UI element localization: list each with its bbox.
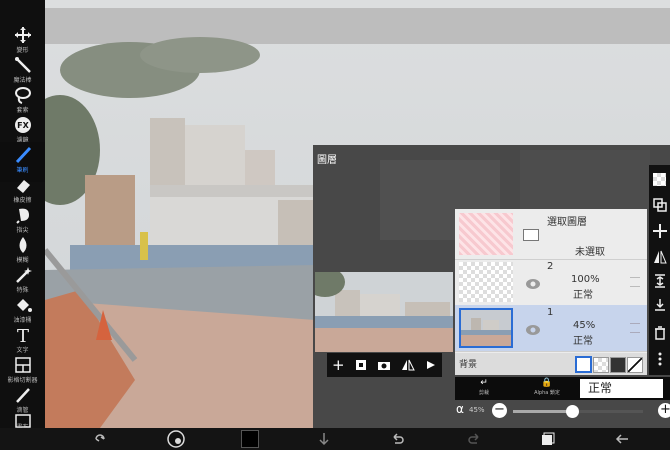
drawing-canvas[interactable]: 變形 魔法棒 套索 FX 濾鏡 筆刷 橡皮擦 指尖 模糊 特殊 油漆桶 T 文字… xyxy=(0,0,670,450)
selection-checkbox[interactable] xyxy=(523,229,539,241)
alpha-lock-label: Alpha 鎖定 xyxy=(534,390,560,396)
alpha-slider-fill xyxy=(513,410,572,413)
add-layer-icon[interactable]: + xyxy=(332,356,345,374)
alpha-lock-button[interactable]: 🔒 Alpha 鎖定 xyxy=(517,378,577,399)
eraser-icon xyxy=(12,175,34,195)
eye-icon[interactable] xyxy=(525,275,541,294)
redo-icon[interactable] xyxy=(462,428,486,450)
selection-layer-status: 未選取 xyxy=(575,247,605,258)
layer-action-bar: + xyxy=(327,353,442,377)
clip-icon: ↵ xyxy=(480,378,488,388)
bucket-icon xyxy=(12,295,34,315)
lasso-icon xyxy=(12,85,34,105)
selection-layer-title: 選取圖層 xyxy=(547,217,587,228)
background-transparent-swatch[interactable] xyxy=(593,357,609,373)
layer-number: 1 xyxy=(547,307,554,318)
blur-icon xyxy=(12,235,34,255)
back-arrow-icon[interactable] xyxy=(610,428,634,450)
clip-label: 剪裁 xyxy=(478,390,489,396)
color-swatch[interactable] xyxy=(238,428,262,450)
special-icon xyxy=(12,265,34,285)
background-row: 背景 xyxy=(455,353,647,375)
layer-opacity: 100% xyxy=(571,274,600,285)
layer-list: 選取圖層 未選取 2 100% 正常 1 45% 正常 xyxy=(455,209,647,357)
bottom-bar xyxy=(0,428,670,450)
background-white-swatch[interactable] xyxy=(575,356,592,373)
flip-layer-icon[interactable] xyxy=(401,356,415,375)
background-dark-swatch[interactable] xyxy=(610,357,626,373)
eye-icon[interactable] xyxy=(525,321,541,340)
camera-icon[interactable] xyxy=(377,356,391,375)
brush-size-icon[interactable] xyxy=(164,428,188,450)
add-image-layer-icon[interactable] xyxy=(355,356,367,375)
layer-options-row: ↵ 剪裁 🔒 Alpha 鎖定 正常 xyxy=(455,377,670,400)
tool-canvas[interactable]: 畫布 xyxy=(0,410,45,431)
svg-text:T: T xyxy=(17,326,29,344)
fx-icon: FX xyxy=(12,115,34,135)
move-icon xyxy=(12,25,34,45)
flip-icon[interactable] xyxy=(649,245,670,269)
background-custom-swatch[interactable] xyxy=(627,357,643,373)
layer-blend-mode: 正常 xyxy=(573,336,593,347)
alpha-slider-knob[interactable] xyxy=(565,405,579,418)
lock-icon: 🔒 xyxy=(541,378,553,388)
layer-number: 2 xyxy=(547,261,554,272)
selection-layer-row[interactable]: 選取圖層 未選取 xyxy=(455,209,647,260)
drag-handle-icon[interactable] xyxy=(630,277,640,287)
merge-layer-icon[interactable] xyxy=(425,356,437,375)
trash-icon[interactable] xyxy=(649,321,670,345)
layer-row-2[interactable]: 2 100% 正常 xyxy=(455,259,647,306)
fit-vertical-icon[interactable] xyxy=(649,269,670,293)
alpha-decrease-button[interactable]: − xyxy=(492,403,507,418)
background-label: 背景 xyxy=(459,360,478,370)
text-icon: T xyxy=(12,325,34,345)
clip-button[interactable]: ↵ 剪裁 xyxy=(459,378,509,399)
frame-divider-icon xyxy=(12,355,34,375)
alpha-value: 45% xyxy=(469,406,485,414)
layer-row-1[interactable]: 1 45% 正常 xyxy=(455,305,647,352)
smudge-icon xyxy=(12,205,34,225)
alpha-symbol: α xyxy=(456,402,464,416)
brush-icon xyxy=(12,145,34,165)
svg-text:FX: FX xyxy=(17,121,29,130)
layer-thumb xyxy=(459,308,513,348)
alpha-slider-row: α 45% − + xyxy=(455,400,670,422)
alpha-increase-button[interactable]: + xyxy=(658,403,670,418)
drag-handle-icon[interactable] xyxy=(630,323,640,333)
move-layer-icon[interactable] xyxy=(649,219,670,243)
right-toolbar xyxy=(649,165,670,375)
select-transform-icon[interactable] xyxy=(649,193,670,217)
eyedropper-icon xyxy=(12,385,34,405)
selection-layer-thumb xyxy=(459,213,513,255)
layer-panel-title: 圖層 xyxy=(317,155,337,166)
layers-icon[interactable] xyxy=(536,428,560,450)
blend-mode-select[interactable]: 正常 xyxy=(580,379,663,398)
layer-opacity: 45% xyxy=(573,320,596,331)
rotate-canvas-icon[interactable] xyxy=(88,428,112,450)
layer-thumb xyxy=(459,262,513,302)
tool-sidebar: 變形 魔法棒 套索 FX 濾鏡 筆刷 橡皮擦 指尖 模糊 特殊 油漆桶 T 文字… xyxy=(0,0,45,450)
layer-blend-mode: 正常 xyxy=(573,290,593,301)
merge-down-icon[interactable] xyxy=(649,293,670,317)
layer-preview xyxy=(315,272,453,352)
checker-layer-icon[interactable] xyxy=(649,167,670,191)
down-arrow-icon[interactable] xyxy=(312,428,336,450)
more-options-icon[interactable] xyxy=(649,347,670,371)
magic-wand-icon xyxy=(12,55,34,75)
undo-icon[interactable] xyxy=(386,428,410,450)
alpha-slider-track[interactable] xyxy=(513,405,643,418)
